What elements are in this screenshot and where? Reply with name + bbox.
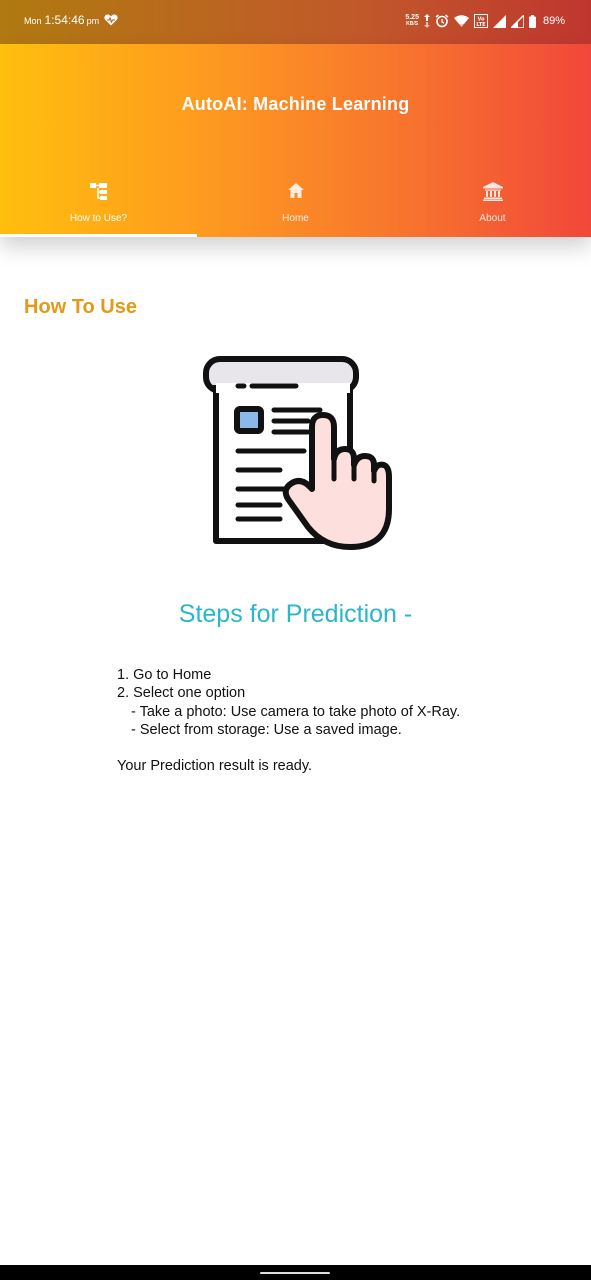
tab-about[interactable]: About — [394, 176, 591, 237]
wifi-icon — [453, 15, 469, 27]
network-speed: 5.25 KB/S — [405, 14, 419, 28]
signal-icon — [492, 14, 506, 28]
heart-icon — [104, 14, 118, 26]
step-sub-item: - Select from storage: Use a saved image… — [131, 721, 402, 738]
alarm-icon — [435, 14, 449, 28]
system-nav-bar — [0, 1265, 591, 1280]
steps-spacer — [117, 739, 460, 757]
steps-list: 1. Go to Home 2. Select one option - Tak… — [117, 666, 460, 775]
status-bar: Mon 1:54:46 pm 5.25 KB/S Vo LTE 89% — [0, 0, 591, 44]
steps-title: Steps for Prediction - — [178, 600, 413, 628]
section-heading: How To Use — [24, 296, 137, 318]
sitemap-icon — [89, 183, 107, 200]
step-item: 2. Select one option — [117, 685, 246, 702]
tab-about-label: About — [479, 213, 506, 224]
tab-bar: How to Use? Home About — [0, 176, 591, 237]
institution-icon — [482, 182, 503, 201]
tab-how-to-use-label: How to Use? — [69, 213, 128, 224]
network-speed-value: 5.25 — [405, 14, 419, 21]
svg-text:LTE: LTE — [476, 22, 486, 28]
tab-home[interactable]: Home — [197, 176, 394, 237]
data-transfer-icon — [423, 14, 430, 28]
step-sub-item: - Take a photo: Use camera to take photo… — [131, 703, 461, 720]
home-icon — [287, 183, 304, 198]
result-text: Your Prediction result is ready. — [117, 758, 313, 775]
tab-how-to-use[interactable]: How to Use? — [0, 176, 197, 237]
status-day: Mon — [24, 16, 42, 26]
signal-icon-2 — [510, 14, 524, 28]
step-item: 1. Go to Home — [117, 667, 212, 683]
active-tab-indicator — [0, 234, 197, 237]
app-bar: AutoAI: Machine Learning How to Use? Hom… — [0, 44, 591, 237]
status-time: Mon 1:54:46 pm — [24, 13, 99, 27]
tab-home-label: Home — [282, 213, 309, 224]
status-ampm: pm — [86, 16, 100, 26]
network-speed-unit: KB/S — [406, 21, 419, 27]
battery-percent: 89% — [542, 15, 565, 27]
home-gesture-handle[interactable] — [260, 1272, 330, 1274]
status-icons: 5.25 KB/S Vo LTE 89% — [405, 12, 565, 30]
document-hand-icon — [203, 356, 392, 550]
status-clock: 1:54:46 — [44, 13, 85, 27]
volte-icon: Vo LTE — [473, 14, 488, 28]
battery-icon — [528, 14, 536, 28]
app-title: AutoAI: Machine Learning — [181, 94, 410, 114]
